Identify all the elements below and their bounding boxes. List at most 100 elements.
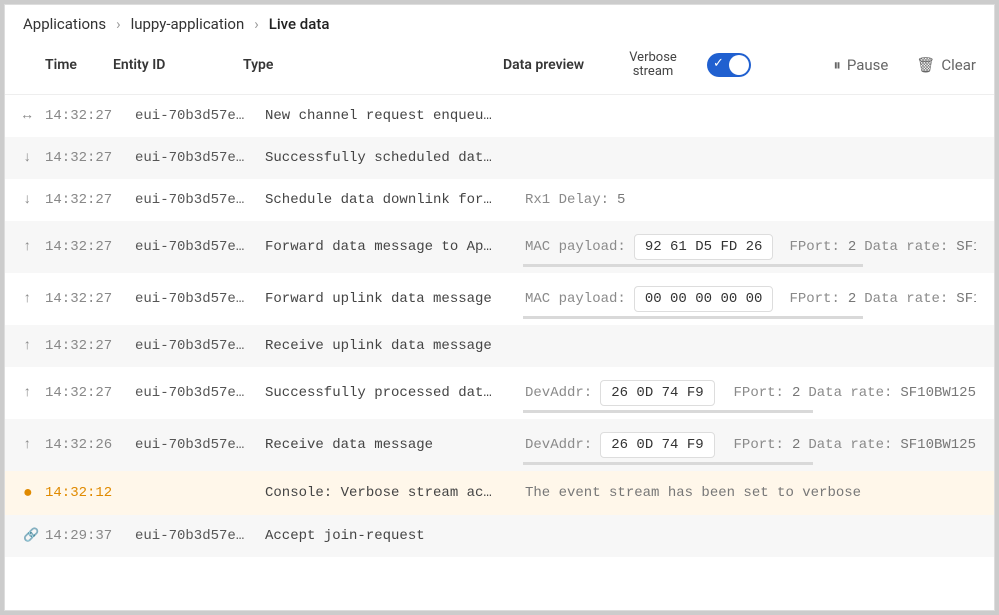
- fport-value: 2: [848, 291, 856, 307]
- rx1-delay-label: Rx1 Delay:: [525, 192, 609, 208]
- mac-payload-label: MAC payload:: [525, 239, 626, 255]
- data-rate-value: SF1: [956, 239, 976, 255]
- event-type: Console: Verbose stream ac…: [265, 485, 525, 501]
- arrow-up-icon: [23, 338, 45, 354]
- arrow-up-icon: [23, 437, 45, 453]
- event-type: Receive uplink data message: [265, 338, 525, 354]
- event-entity: eui-70b3d57e…: [135, 528, 265, 544]
- event-entity: eui-70b3d57e…: [135, 150, 265, 166]
- event-time: 14:32:12: [45, 485, 135, 501]
- verbose-l1: Verbose: [603, 51, 703, 65]
- underline: [523, 462, 813, 465]
- event-row[interactable]: 14:32:27 eui-70b3d57e… Schedule data dow…: [5, 179, 994, 221]
- event-time: 14:32:27: [45, 192, 135, 208]
- event-entity: eui-70b3d57e…: [135, 338, 265, 354]
- event-type: New channel request enqueu…: [265, 108, 525, 124]
- pause-button[interactable]: Pause: [833, 56, 888, 74]
- event-row[interactable]: 14:32:27 eui-70b3d57e… Forward data mess…: [5, 221, 994, 273]
- fport-label: FPort:: [734, 437, 784, 453]
- breadcrumb: Applications › luppy-application › Live …: [5, 5, 994, 41]
- event-row[interactable]: 14:32:26 eui-70b3d57e… Receive data mess…: [5, 419, 994, 471]
- event-type: Successfully scheduled dat…: [265, 150, 525, 166]
- fport-value: 2: [792, 385, 800, 401]
- verbose-l2: stream: [603, 65, 703, 79]
- pause-icon: [833, 56, 841, 74]
- data-rate-label: Data rate:: [864, 291, 948, 307]
- event-entity: eui-70b3d57e…: [135, 437, 265, 453]
- breadcrumb-sep-icon: ›: [116, 15, 121, 33]
- data-rate-value: SF1: [956, 291, 976, 307]
- event-type: Forward data message to Ap…: [265, 239, 525, 255]
- fport-value: 2: [792, 437, 800, 453]
- event-type: Receive data message: [265, 437, 525, 453]
- event-row[interactable]: 14:32:27 eui-70b3d57e… Receive uplink da…: [5, 325, 994, 367]
- arrow-down-icon: [23, 150, 45, 166]
- underline: [523, 316, 863, 319]
- event-row[interactable]: 14:32:27 eui-70b3d57e… Successfully proc…: [5, 367, 994, 419]
- column-headers: Time Entity ID Type Data preview Verbose…: [5, 41, 994, 95]
- breadcrumb-root[interactable]: Applications: [23, 15, 106, 33]
- breadcrumb-sep-icon: ›: [254, 15, 259, 33]
- event-note: The event stream has been set to verbose: [525, 485, 861, 501]
- event-time: 14:32:27: [45, 385, 135, 401]
- fport-label: FPort:: [734, 385, 784, 401]
- breadcrumb-page: Live data: [269, 15, 330, 33]
- data-rate-label: Data rate:: [864, 239, 948, 255]
- event-type: Schedule data downlink for…: [265, 192, 525, 208]
- check-icon: ✓: [713, 56, 724, 71]
- rx1-delay-value: 5: [617, 192, 625, 208]
- event-entity: eui-70b3d57e…: [135, 192, 265, 208]
- event-row[interactable]: 14:32:27 eui-70b3d57e… Successfully sche…: [5, 137, 994, 179]
- event-entity: eui-70b3d57e…: [135, 291, 265, 307]
- devaddr-value: 26 0D 74 F9: [600, 432, 714, 458]
- mac-payload-label: MAC payload:: [525, 291, 626, 307]
- fport-value: 2: [848, 239, 856, 255]
- arrow-up-icon: [23, 291, 45, 307]
- arrow-up-icon: [23, 239, 45, 255]
- verbose-stream-label: Verbose stream: [603, 51, 703, 80]
- event-type: Accept join-request: [265, 528, 525, 544]
- data-rate-value: SF10BW125: [900, 385, 976, 401]
- event-row[interactable]: 14:29:37 eui-70b3d57e… Accept join-reque…: [5, 515, 994, 557]
- event-time: 14:32:27: [45, 150, 135, 166]
- event-row[interactable]: 14:32:12 Console: Verbose stream ac… The…: [5, 471, 994, 515]
- underline: [523, 264, 863, 267]
- verbose-stream-toggle[interactable]: ✓: [707, 53, 751, 77]
- breadcrumb-app[interactable]: luppy-application: [131, 15, 245, 33]
- mac-payload-value: 00 00 00 00 00: [634, 286, 774, 312]
- mac-payload-value: 92 61 D5 FD 26: [634, 234, 774, 260]
- col-preview: Data preview: [503, 57, 603, 73]
- bidir-icon: [23, 108, 45, 124]
- col-type: Type: [243, 57, 503, 73]
- devaddr-label: DevAddr:: [525, 437, 592, 453]
- arrow-down-icon: [23, 192, 45, 208]
- toggle-knob: [729, 55, 749, 75]
- clear-button[interactable]: Clear: [916, 56, 976, 74]
- data-rate-label: Data rate:: [808, 437, 892, 453]
- event-time: 14:32:27: [45, 108, 135, 124]
- event-entity: eui-70b3d57e…: [135, 239, 265, 255]
- event-time: 14:32:27: [45, 239, 135, 255]
- event-row[interactable]: 14:32:27 eui-70b3d57e… Forward uplink da…: [5, 273, 994, 325]
- event-entity: eui-70b3d57e…: [135, 108, 265, 124]
- fport-label: FPort:: [789, 239, 839, 255]
- pause-label: Pause: [847, 56, 889, 74]
- event-time: 14:32:27: [45, 291, 135, 307]
- data-rate-value: SF10BW125: [900, 437, 976, 453]
- col-entity: Entity ID: [113, 57, 243, 73]
- event-rows: 14:32:27 eui-70b3d57e… New channel reque…: [5, 95, 994, 557]
- col-time: Time: [23, 57, 113, 73]
- data-rate-label: Data rate:: [808, 385, 892, 401]
- devaddr-value: 26 0D 74 F9: [600, 380, 714, 406]
- event-time: 14:32:26: [45, 437, 135, 453]
- event-time: 14:29:37: [45, 528, 135, 544]
- event-row[interactable]: 14:32:27 eui-70b3d57e… New channel reque…: [5, 95, 994, 137]
- underline: [523, 410, 813, 413]
- info-icon: [23, 484, 45, 502]
- devaddr-label: DevAddr:: [525, 385, 592, 401]
- event-entity: eui-70b3d57e…: [135, 385, 265, 401]
- fport-label: FPort:: [789, 291, 839, 307]
- event-type: Successfully processed dat…: [265, 385, 525, 401]
- live-data-panel: Applications › luppy-application › Live …: [4, 4, 995, 611]
- event-type: Forward uplink data message: [265, 291, 525, 307]
